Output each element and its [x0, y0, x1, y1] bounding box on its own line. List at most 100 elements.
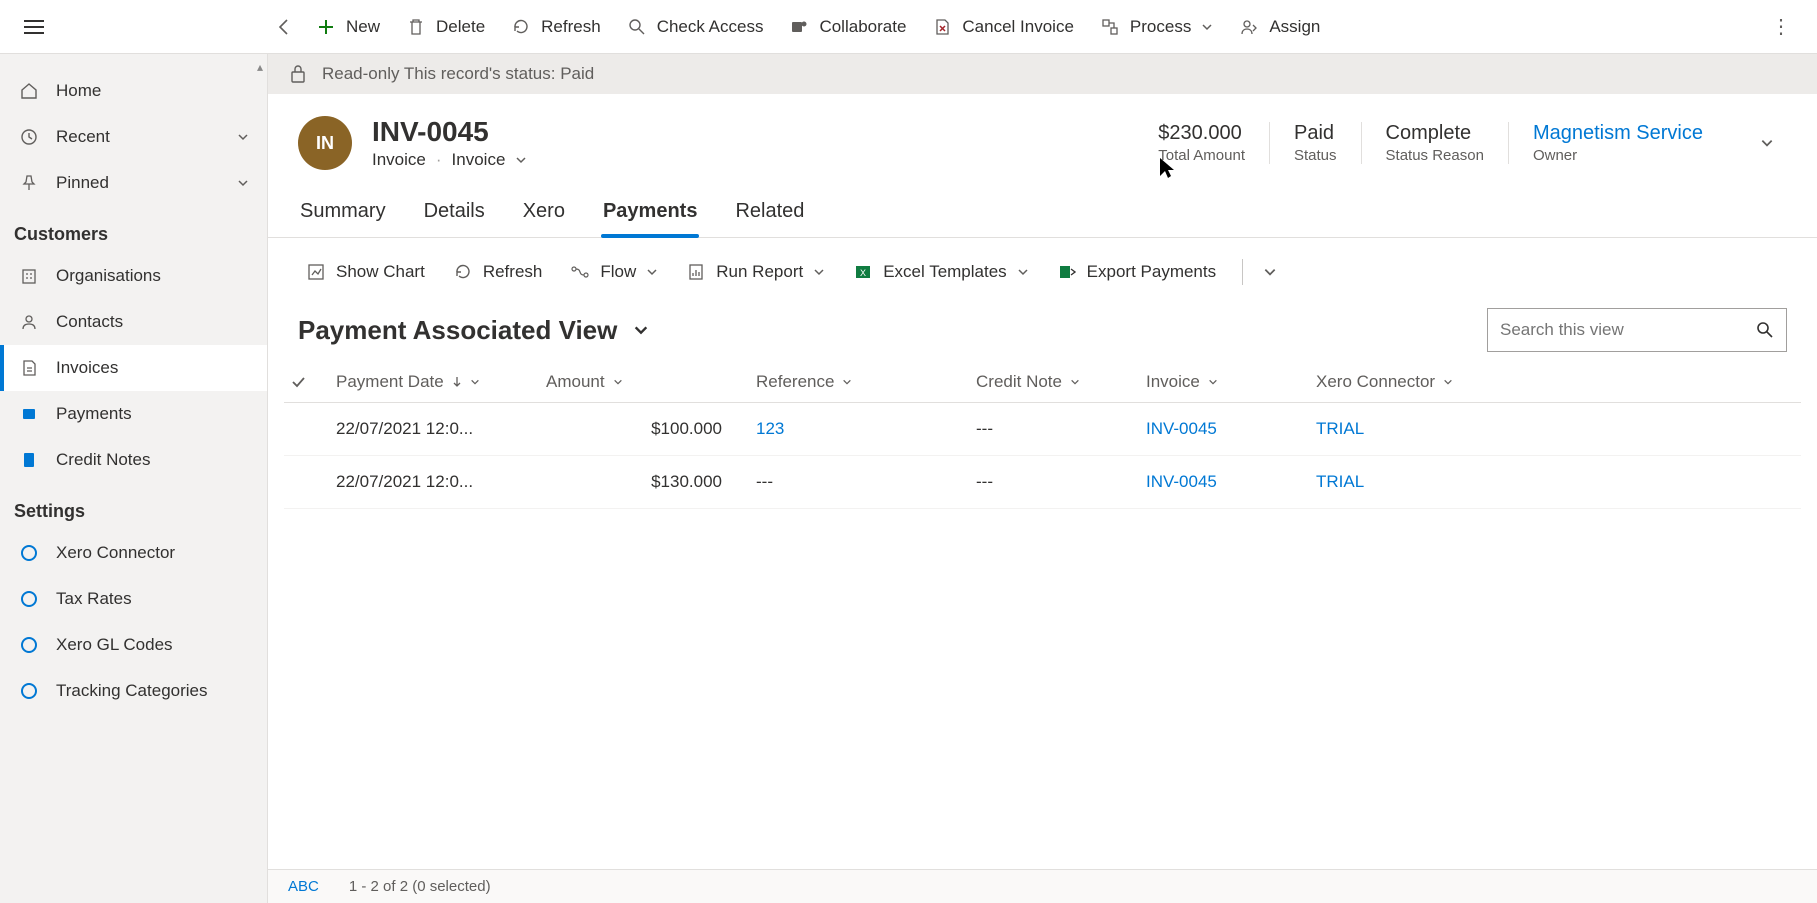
- cell-credit-note: ---: [970, 472, 1140, 492]
- metric-status-reason: Complete Status Reason: [1361, 122, 1508, 164]
- sidebar-label: Invoices: [56, 358, 118, 378]
- chevron-down-icon[interactable]: [842, 377, 852, 387]
- sidebar-item-recent[interactable]: Recent: [0, 114, 267, 160]
- clock-icon: [18, 126, 40, 148]
- cell-connector[interactable]: TRIAL: [1310, 419, 1530, 439]
- sidebar-item-xero-gl-codes[interactable]: Xero GL Codes: [0, 622, 267, 668]
- run-report-button[interactable]: Run Report: [678, 256, 839, 288]
- chevron-down-icon: [1201, 21, 1213, 33]
- delete-button[interactable]: Delete: [398, 11, 499, 43]
- xero-icon: [18, 542, 40, 564]
- chevron-down-icon: [1017, 266, 1029, 278]
- teams-icon: [789, 17, 809, 37]
- chevron-down-icon[interactable]: [1070, 377, 1080, 387]
- search-input[interactable]: [1500, 320, 1756, 340]
- sidebar-item-home[interactable]: Home: [0, 68, 267, 114]
- table-row[interactable]: 22/07/2021 12:0... $100.000 123 --- INV-…: [284, 403, 1801, 456]
- tab-details[interactable]: Details: [422, 190, 487, 237]
- table-row[interactable]: 22/07/2021 12:0... $130.000 --- --- INV-…: [284, 456, 1801, 509]
- chart-icon: [306, 262, 326, 282]
- chevron-down-icon[interactable]: [1443, 377, 1453, 387]
- view-selector[interactable]: Payment Associated View: [298, 315, 649, 346]
- form-name[interactable]: Invoice: [452, 150, 506, 170]
- credit-note-icon: [18, 449, 40, 471]
- sidebar-item-xero-connector[interactable]: Xero Connector: [0, 530, 267, 576]
- cancel-invoice-label: Cancel Invoice: [962, 17, 1074, 37]
- sort-down-icon: [452, 376, 462, 388]
- tab-related[interactable]: Related: [733, 190, 806, 237]
- metric-total-amount: $230.000 Total Amount: [1134, 122, 1269, 164]
- col-xero-connector[interactable]: Xero Connector: [1310, 372, 1530, 392]
- back-button[interactable]: [266, 8, 304, 46]
- refresh-button[interactable]: Refresh: [503, 11, 615, 43]
- refresh-icon: [511, 17, 531, 37]
- sidebar-item-credit-notes[interactable]: Credit Notes: [0, 437, 267, 483]
- search-box[interactable]: [1487, 308, 1787, 352]
- sidebar-item-payments[interactable]: Payments: [0, 391, 267, 437]
- sidebar-item-organisations[interactable]: Organisations: [0, 253, 267, 299]
- collaborate-label: Collaborate: [819, 17, 906, 37]
- excel-icon: X: [853, 262, 873, 282]
- sidebar-item-tax-rates[interactable]: Tax Rates: [0, 576, 267, 622]
- more-commands-button[interactable]: ⋮: [1757, 14, 1807, 39]
- footer-abc[interactable]: ABC: [288, 878, 319, 895]
- cell-invoice[interactable]: INV-0045: [1140, 419, 1310, 439]
- search-icon[interactable]: [1756, 321, 1774, 339]
- col-invoice[interactable]: Invoice: [1140, 372, 1310, 392]
- tab-summary[interactable]: Summary: [298, 190, 388, 237]
- readonly-notice: Read-only This record's status: Paid: [268, 54, 1817, 94]
- home-icon: [18, 80, 40, 102]
- chevron-down-icon[interactable]: [470, 377, 480, 387]
- select-all-checkbox[interactable]: [284, 374, 330, 390]
- xero-icon: [18, 588, 40, 610]
- header-expand-button[interactable]: [1747, 136, 1787, 150]
- tab-payments[interactable]: Payments: [601, 190, 700, 237]
- col-credit-note[interactable]: Credit Note: [970, 372, 1140, 392]
- payments-grid: Payment Date Amount Reference Credit Not…: [268, 362, 1817, 509]
- export-payments-button[interactable]: Export Payments: [1049, 256, 1230, 288]
- metric-owner: Magnetism Service Owner: [1508, 122, 1727, 164]
- payments-icon: [18, 403, 40, 425]
- tab-xero[interactable]: Xero: [521, 190, 567, 237]
- new-label: New: [346, 17, 380, 37]
- flow-button[interactable]: Flow: [562, 256, 672, 288]
- assign-label: Assign: [1269, 17, 1320, 37]
- cell-invoice[interactable]: INV-0045: [1140, 472, 1310, 492]
- show-chart-button[interactable]: Show Chart: [298, 256, 439, 288]
- collaborate-button[interactable]: Collaborate: [781, 11, 920, 43]
- hamburger-button[interactable]: [10, 0, 58, 54]
- cell-reference[interactable]: 123: [750, 419, 970, 439]
- sidebar-label: Organisations: [56, 266, 161, 286]
- more-grid-commands[interactable]: [1255, 259, 1285, 285]
- excel-export-icon: [1057, 262, 1077, 282]
- grid-header-row: Payment Date Amount Reference Credit Not…: [284, 362, 1801, 403]
- cell-connector[interactable]: TRIAL: [1310, 472, 1530, 492]
- excel-templates-button[interactable]: X Excel Templates: [845, 256, 1042, 288]
- assign-button[interactable]: Assign: [1231, 11, 1334, 43]
- chevron-down-icon[interactable]: [613, 377, 623, 387]
- col-payment-date[interactable]: Payment Date: [330, 372, 540, 392]
- trash-icon: [406, 17, 426, 37]
- chevron-down-icon[interactable]: [1208, 377, 1218, 387]
- sidebar-item-tracking-categories[interactable]: Tracking Categories: [0, 668, 267, 714]
- cell-amount: $100.000: [540, 419, 750, 439]
- col-reference[interactable]: Reference: [750, 372, 970, 392]
- sidebar-label: Recent: [56, 127, 110, 147]
- sidebar-item-pinned[interactable]: Pinned: [0, 160, 267, 206]
- sidebar-item-contacts[interactable]: Contacts: [0, 299, 267, 345]
- plus-icon: [316, 17, 336, 37]
- process-button[interactable]: Process: [1092, 11, 1227, 43]
- col-amount[interactable]: Amount: [540, 372, 750, 392]
- sidebar-label: Xero Connector: [56, 543, 175, 563]
- new-button[interactable]: New: [308, 11, 394, 43]
- grid-refresh-button[interactable]: Refresh: [445, 256, 557, 288]
- chevron-down-icon: [646, 266, 658, 278]
- check-access-button[interactable]: Check Access: [619, 11, 778, 43]
- metric-status: Paid Status: [1269, 122, 1361, 164]
- sidebar-item-invoices[interactable]: Invoices: [0, 345, 267, 391]
- chevron-down-icon[interactable]: [515, 154, 527, 166]
- cancel-invoice-button[interactable]: Cancel Invoice: [924, 11, 1088, 43]
- sidebar-group-customers: Customers: [0, 206, 267, 253]
- chevron-down-icon: [237, 177, 249, 189]
- sidebar: ▴ Home Recent Pinned Customers Organisat…: [0, 54, 268, 903]
